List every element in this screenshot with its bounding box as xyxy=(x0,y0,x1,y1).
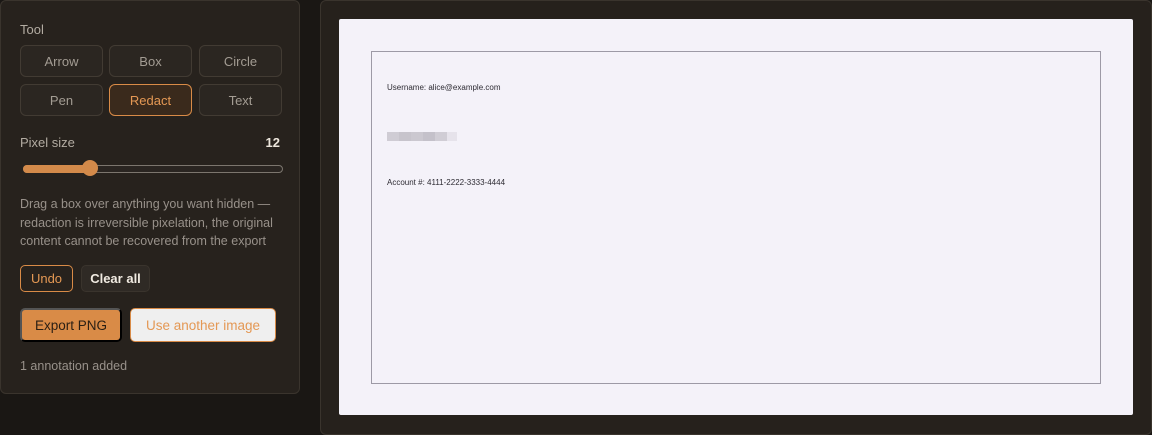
document-frame xyxy=(371,51,1101,384)
tool-box-button[interactable]: Box xyxy=(109,45,192,77)
username-line: Username: alice@example.com xyxy=(387,83,501,92)
pixel-size-slider-fill xyxy=(23,165,90,173)
image-canvas[interactable]: Username: alice@example.com Account #: 4… xyxy=(339,19,1133,415)
tool-redact-button[interactable]: Redact xyxy=(109,84,192,116)
pixel-size-slider-thumb[interactable] xyxy=(82,160,98,176)
redaction-pixelation[interactable] xyxy=(387,132,463,141)
export-png-button[interactable]: Export PNG xyxy=(20,308,122,342)
tool-panel: Tool Arrow Box Circle Pen Redact Text Pi… xyxy=(0,0,300,394)
use-another-image-button[interactable]: Use another image xyxy=(130,308,276,342)
account-line: Account #: 4111-2222-3333-4444 xyxy=(387,178,506,187)
redact-hint-text: Drag a box over anything you want hidden… xyxy=(20,197,273,248)
pixel-size-label: Pixel size xyxy=(20,135,75,150)
clear-all-button[interactable]: Clear all xyxy=(81,265,150,292)
tool-arrow-button[interactable]: Arrow xyxy=(20,45,103,77)
pixel-size-slider[interactable] xyxy=(23,165,283,173)
tool-pen-button[interactable]: Pen xyxy=(20,84,103,116)
annotation-status: 1 annotation added xyxy=(20,359,128,373)
tool-section-label: Tool xyxy=(20,22,44,37)
tool-circle-button[interactable]: Circle xyxy=(199,45,282,77)
tool-text-button[interactable]: Text xyxy=(199,84,282,116)
pixel-size-value: 12 xyxy=(265,135,280,150)
undo-button[interactable]: Undo xyxy=(20,265,73,292)
